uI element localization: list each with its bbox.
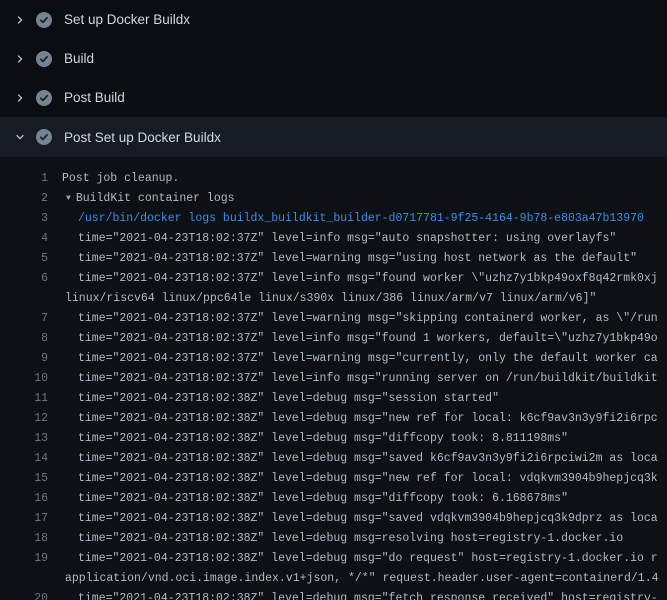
log-line: application/vnd.oci.image.index.v1+json,…: [0, 569, 667, 589]
log-line: 1 Post job cleanup.: [0, 169, 667, 189]
chevron-right-icon: [12, 12, 28, 28]
step-label: Post Build: [64, 90, 125, 105]
log-line: 16 time="2021-04-23T18:02:38Z" level=deb…: [0, 489, 667, 509]
log-line: 4 time="2021-04-23T18:02:37Z" level=info…: [0, 229, 667, 249]
log-line: 10 time="2021-04-23T18:02:37Z" level=inf…: [0, 369, 667, 389]
step-label: Post Set up Docker Buildx: [64, 130, 221, 145]
log-line: 6 time="2021-04-23T18:02:37Z" level=info…: [0, 269, 667, 289]
log-line-number[interactable]: 7: [0, 309, 48, 329]
step-label: Build: [64, 51, 94, 66]
log-line-number[interactable]: 8: [0, 329, 48, 349]
log-line-number[interactable]: 15: [0, 469, 48, 489]
group-toggle-icon[interactable]: ▼: [66, 189, 71, 209]
check-circle-icon: [36, 90, 52, 106]
step-label: Set up Docker Buildx: [64, 12, 190, 27]
log-line: 11 time="2021-04-23T18:02:38Z" level=deb…: [0, 389, 667, 409]
log-line-text: /usr/bin/docker logs buildx_buildkit_bui…: [78, 209, 644, 229]
log-line: 8 time="2021-04-23T18:02:37Z" level=info…: [0, 329, 667, 349]
log-line: 2 ▼ BuildKit container logs: [0, 189, 667, 209]
log-line-number[interactable]: 6: [0, 269, 48, 289]
actions-log-panel: Set up Docker Buildx Build Post Build: [0, 0, 667, 600]
log-line-number[interactable]: 20: [0, 589, 48, 600]
log-line-number[interactable]: 9: [0, 349, 48, 369]
check-circle-icon: [36, 12, 52, 28]
step-row[interactable]: Post Set up Docker Buildx: [0, 117, 667, 157]
log-line-text: time="2021-04-23T18:02:38Z" level=debug …: [78, 389, 499, 409]
log-line-text: time="2021-04-23T18:02:37Z" level=info m…: [78, 229, 616, 249]
log-line-text: time="2021-04-23T18:02:38Z" level=debug …: [78, 489, 568, 509]
check-circle-icon: [36, 129, 52, 145]
log-line: 9 time="2021-04-23T18:02:37Z" level=warn…: [0, 349, 667, 369]
chevron-right-icon: [12, 51, 28, 67]
log-line-number[interactable]: 18: [0, 529, 48, 549]
log-line-text: time="2021-04-23T18:02:37Z" level=info m…: [78, 269, 658, 289]
log-line-number[interactable]: 4: [0, 229, 48, 249]
log-line: 5 time="2021-04-23T18:02:37Z" level=warn…: [0, 249, 667, 269]
check-circle-icon: [36, 51, 52, 67]
log-line: 3 /usr/bin/docker logs buildx_buildkit_b…: [0, 209, 667, 229]
log-line-text: time="2021-04-23T18:02:38Z" level=debug …: [78, 509, 658, 529]
log-viewer: 1 Post job cleanup. 2 ▼ BuildKit containe…: [0, 157, 667, 600]
log-line-number[interactable]: 3: [0, 209, 48, 229]
log-line: 14 time="2021-04-23T18:02:38Z" level=deb…: [0, 449, 667, 469]
log-line-number[interactable]: 14: [0, 449, 48, 469]
log-line-text: time="2021-04-23T18:02:37Z" level=info m…: [78, 369, 658, 389]
log-line: 18 time="2021-04-23T18:02:38Z" level=deb…: [0, 529, 667, 549]
step-row[interactable]: Build: [0, 39, 667, 78]
log-line-text: time="2021-04-23T18:02:38Z" level=debug …: [78, 469, 658, 489]
log-line-number[interactable]: 5: [0, 249, 48, 269]
chevron-right-icon: [12, 90, 28, 106]
log-line-number[interactable]: 10: [0, 369, 48, 389]
log-line-number: [0, 289, 48, 309]
step-row[interactable]: Post Build: [0, 78, 667, 117]
log-line: 12 time="2021-04-23T18:02:38Z" level=deb…: [0, 409, 667, 429]
log-line-text: linux/riscv64 linux/ppc64le linux/s390x …: [65, 289, 596, 309]
log-line-number: [0, 569, 48, 589]
log-line-number[interactable]: 1: [0, 169, 48, 189]
log-line-text: Post job cleanup.: [62, 169, 179, 189]
log-line-text: application/vnd.oci.image.index.v1+json,…: [65, 569, 659, 589]
log-line-text: time="2021-04-23T18:02:38Z" level=debug …: [78, 409, 658, 429]
log-line-number[interactable]: 11: [0, 389, 48, 409]
log-line-number[interactable]: 13: [0, 429, 48, 449]
log-line-text: time="2021-04-23T18:02:38Z" level=debug …: [78, 589, 658, 600]
log-line: 7 time="2021-04-23T18:02:37Z" level=warn…: [0, 309, 667, 329]
log-line: 15 time="2021-04-23T18:02:38Z" level=deb…: [0, 469, 667, 489]
group-title[interactable]: BuildKit container logs: [76, 192, 235, 205]
log-line-text: time="2021-04-23T18:02:37Z" level=warnin…: [78, 249, 637, 269]
log-line-text: time="2021-04-23T18:02:38Z" level=debug …: [78, 529, 623, 549]
chevron-down-icon: [12, 129, 28, 145]
log-line-text: time="2021-04-23T18:02:37Z" level=info m…: [78, 329, 658, 349]
log-line: 20 time="2021-04-23T18:02:38Z" level=deb…: [0, 589, 667, 600]
log-line-number[interactable]: 19: [0, 549, 48, 569]
log-line-text: time="2021-04-23T18:02:37Z" level=warnin…: [78, 349, 658, 369]
log-line-number[interactable]: 2: [0, 189, 48, 209]
steps-list: Set up Docker Buildx Build Post Build: [0, 0, 667, 157]
log-line-text: time="2021-04-23T18:02:38Z" level=debug …: [78, 549, 658, 569]
log-line-text: ▼ BuildKit container logs: [66, 189, 235, 209]
log-line: 13 time="2021-04-23T18:02:38Z" level=deb…: [0, 429, 667, 449]
log-line: 17 time="2021-04-23T18:02:38Z" level=deb…: [0, 509, 667, 529]
log-line-number[interactable]: 12: [0, 409, 48, 429]
log-line-text: time="2021-04-23T18:02:38Z" level=debug …: [78, 429, 568, 449]
step-row[interactable]: Set up Docker Buildx: [0, 0, 667, 39]
log-line: linux/riscv64 linux/ppc64le linux/s390x …: [0, 289, 667, 309]
log-line-text: time="2021-04-23T18:02:37Z" level=warnin…: [78, 309, 658, 329]
log-line: 19 time="2021-04-23T18:02:38Z" level=deb…: [0, 549, 667, 569]
log-line-number[interactable]: 17: [0, 509, 48, 529]
log-line-number[interactable]: 16: [0, 489, 48, 509]
log-line-text: time="2021-04-23T18:02:38Z" level=debug …: [78, 449, 658, 469]
